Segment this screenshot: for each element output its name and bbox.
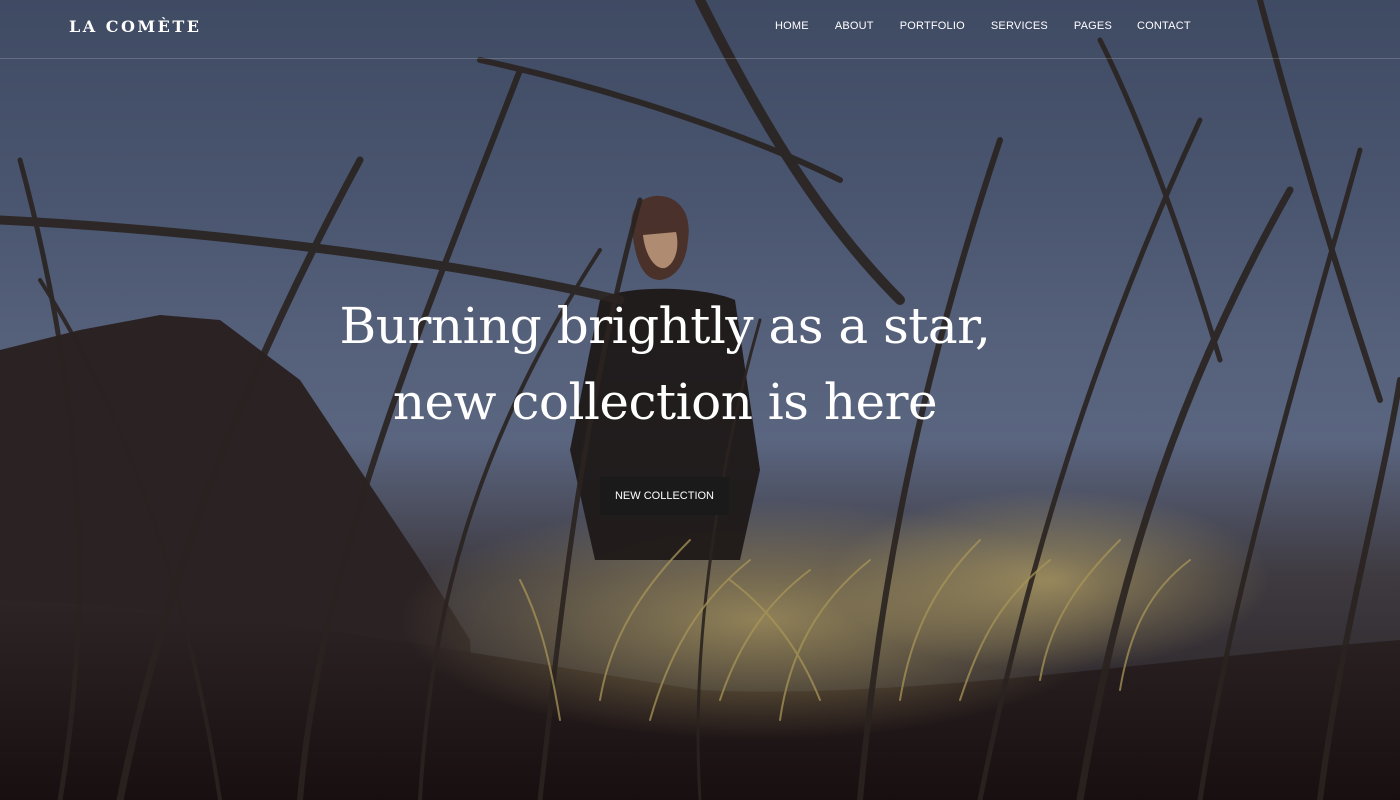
hero-headline-line-1: Burning brightly as a star, — [339, 297, 991, 355]
nav-item-services[interactable]: SERVICES — [991, 19, 1048, 33]
nav-item-home[interactable]: HOME — [775, 19, 809, 33]
nav-item-about[interactable]: ABOUT — [835, 19, 874, 33]
site-logo[interactable]: LA COMÈTE — [69, 16, 201, 38]
hero-section: LA COMÈTE HOME ABOUT PORTFOLIO SERVICES … — [0, 0, 1400, 800]
nav-item-contact[interactable]: CONTACT — [1137, 19, 1191, 33]
new-collection-button[interactable]: NEW COLLECTION — [600, 477, 729, 515]
nav-item-portfolio[interactable]: PORTFOLIO — [900, 19, 965, 33]
nav-item-pages[interactable]: PAGES — [1074, 19, 1112, 33]
main-nav: HOME ABOUT PORTFOLIO SERVICES PAGES CONT… — [775, 19, 1191, 33]
hero-headline-line-2: new collection is here — [392, 373, 938, 431]
hero-headline: Burning brightly as a star, new collecti… — [300, 288, 1030, 440]
site-header: LA COMÈTE HOME ABOUT PORTFOLIO SERVICES … — [0, 0, 1400, 59]
